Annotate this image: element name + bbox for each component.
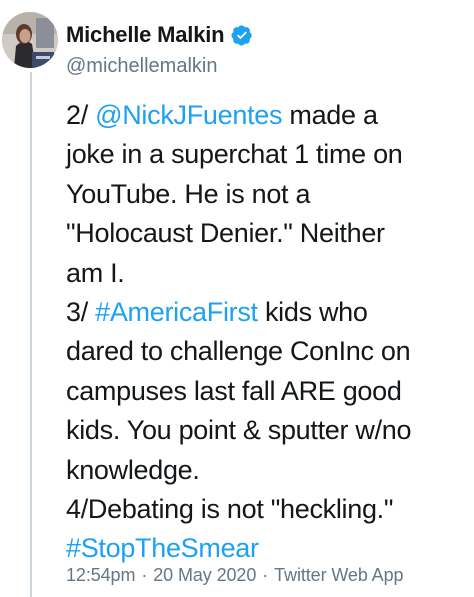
hashtag-link[interactable]: #AmericaFirst bbox=[95, 297, 258, 327]
mention-link[interactable]: @NickJFuentes bbox=[95, 100, 282, 130]
tweet-text-segment: joke in a superchat 1 time on bbox=[66, 139, 403, 170]
tweet-text-segment: kids who bbox=[257, 297, 368, 328]
tweet-text-line: YouTube. He is not a bbox=[66, 175, 466, 214]
tweet-text-segment: made a bbox=[282, 100, 378, 130]
tweet-text-segment: 3/ bbox=[66, 297, 96, 328]
hashtag-link[interactable]: #StopTheSmear bbox=[66, 533, 259, 563]
tweet-text-segment: knowledge. bbox=[66, 454, 200, 485]
tweet-text-segment: YouTube. He is not a bbox=[66, 178, 311, 209]
verified-badge-icon bbox=[231, 25, 253, 46]
tweet-text-line: am I. bbox=[66, 254, 466, 293]
tweet-text-line: kids. You point & sputter w/no bbox=[66, 411, 466, 450]
meta-separator: · bbox=[141, 565, 148, 585]
avatar[interactable] bbox=[2, 12, 58, 68]
tweet-text-segment: "Holocaust Denier." Neither bbox=[66, 218, 385, 249]
tweet-time[interactable]: 12:54pm bbox=[66, 565, 135, 585]
tweet-text-line: joke in a superchat 1 time on bbox=[66, 135, 466, 174]
tweet-text-line: campuses last fall ARE good bbox=[66, 372, 466, 411]
tweet-header: Michelle Malkin @michellemalkin bbox=[66, 20, 464, 78]
tweet-text-line: 2/ @NickJFuentes made a bbox=[66, 96, 466, 135]
author-name-row: Michelle Malkin bbox=[66, 20, 464, 50]
tweet-text-line: dared to challenge ConInc on bbox=[66, 332, 466, 371]
tweet-text-segment: 4/Debating is not "heckling." bbox=[66, 494, 394, 525]
author-handle[interactable]: @michellemalkin bbox=[66, 55, 464, 78]
tweet-body: 2/ @NickJFuentes made a joke in a superch… bbox=[66, 96, 466, 569]
author-display-name[interactable]: Michelle Malkin bbox=[66, 22, 225, 48]
tweet-text-segment: kids. You point & sputter w/no bbox=[66, 415, 412, 446]
tweet-text-segment: campuses last fall ARE good bbox=[66, 375, 402, 406]
tweet-text-segment: 2/ bbox=[66, 100, 96, 130]
tweet-text-line: knowledge. bbox=[66, 451, 466, 490]
tweet-text-line: #StopTheSmear bbox=[66, 529, 466, 568]
user-avatar-photo-icon bbox=[2, 12, 58, 68]
thread-connector-line bbox=[30, 72, 32, 597]
tweet-metadata: 12:54pm · 20 May 2020 · Twitter Web App bbox=[66, 565, 403, 586]
meta-separator: · bbox=[262, 565, 269, 585]
tweet-text-segment: dared to challenge ConInc on bbox=[66, 336, 411, 367]
tweet-text-line: "Holocaust Denier." Neither bbox=[66, 214, 466, 253]
tweet-text-line: 4/Debating is not "heckling." bbox=[66, 490, 466, 529]
tweet-text-segment: am I. bbox=[66, 257, 125, 288]
tweet-source[interactable]: Twitter Web App bbox=[274, 565, 403, 585]
tweet-text-line: 3/ #AmericaFirst kids who bbox=[66, 293, 466, 332]
tweet-date[interactable]: 20 May 2020 bbox=[153, 565, 256, 585]
